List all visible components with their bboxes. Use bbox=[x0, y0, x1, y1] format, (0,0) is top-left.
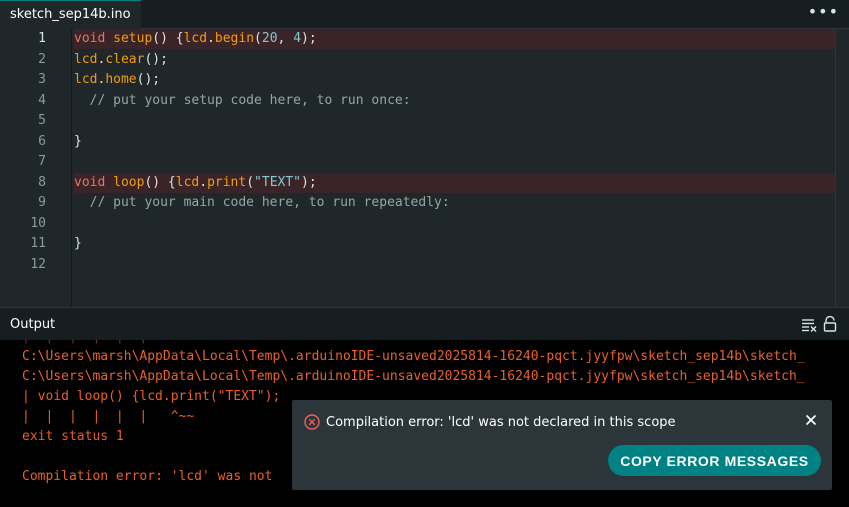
code-token: ); bbox=[301, 31, 317, 46]
line-number: 5 bbox=[38, 113, 46, 128]
code-token: lcd bbox=[74, 72, 98, 87]
output-line: Compilation error: 'lcd' was not bbox=[22, 469, 273, 484]
code-token: } bbox=[74, 236, 82, 251]
line-number: 8 bbox=[38, 174, 46, 190]
code-token: . bbox=[199, 174, 208, 190]
code-token: lcd bbox=[175, 174, 200, 190]
line-number: 6 bbox=[38, 133, 46, 149]
line-number: 12 bbox=[30, 256, 46, 272]
line-number-gutter: 1 2 3 4 5 6 7 8 9 10 11 12 bbox=[0, 29, 70, 307]
code-line[interactable]: // put your setup code here, to run once… bbox=[74, 91, 849, 111]
code-editor[interactable]: 1 2 3 4 5 6 7 8 9 10 11 12 void setup() {lcd.begin(… bbox=[0, 29, 849, 307]
code-token: 20 bbox=[261, 31, 278, 46]
line-number: 7 bbox=[38, 154, 46, 169]
editor-tab-bar: sketch_sep14b.ino ••• bbox=[0, 0, 849, 29]
output-line: | void loop() {lcd.print("TEXT"); bbox=[22, 389, 281, 404]
error-icon bbox=[304, 414, 320, 430]
editor-scrollbar[interactable] bbox=[835, 29, 849, 307]
code-token: () { bbox=[152, 31, 184, 46]
code-token: lcd bbox=[183, 31, 208, 46]
output-panel-header: Output bbox=[0, 307, 849, 340]
code-line[interactable]: lcd.home(); bbox=[74, 70, 849, 90]
more-options-icon[interactable]: ••• bbox=[808, 0, 839, 29]
code-token: clear bbox=[105, 51, 145, 67]
code-token: "TEXT" bbox=[254, 174, 302, 190]
code-line-error[interactable]: void setup() {lcd.begin(20, 4); bbox=[74, 29, 849, 49]
code-token: print bbox=[207, 174, 247, 190]
line-number: 10 bbox=[30, 215, 46, 231]
code-token: void bbox=[74, 174, 106, 190]
clear-output-icon[interactable] bbox=[801, 317, 817, 332]
gutter-divider bbox=[71, 29, 72, 307]
line-number: 1 bbox=[38, 31, 46, 46]
code-line[interactable]: } bbox=[74, 234, 849, 254]
output-line: exit status 1 bbox=[22, 429, 124, 444]
line-number: 2 bbox=[38, 51, 46, 67]
code-token: // put your main code here, to run repea… bbox=[74, 195, 450, 210]
code-line[interactable] bbox=[74, 214, 849, 234]
code-token: setup bbox=[113, 31, 153, 46]
code-token: begin bbox=[214, 31, 255, 46]
code-token: . bbox=[207, 31, 215, 46]
notification-message: Compilation error: 'lcd' was not declare… bbox=[326, 415, 676, 430]
output-line: | | | | | | ^~~ bbox=[22, 409, 195, 424]
code-line[interactable] bbox=[74, 255, 849, 275]
code-token: 4 bbox=[293, 31, 302, 46]
code-token: (); bbox=[136, 72, 161, 87]
compilation-error-notification: Compilation error: 'lcd' was not declare… bbox=[292, 400, 832, 490]
code-token: home bbox=[105, 72, 137, 87]
code-token: } bbox=[74, 133, 82, 149]
output-line: C:\Users\marsh\AppData\Local\Temp\.ardui… bbox=[22, 369, 805, 384]
code-line[interactable] bbox=[74, 111, 849, 131]
line-number: 4 bbox=[38, 92, 46, 108]
code-token: void bbox=[74, 31, 106, 46]
close-icon[interactable] bbox=[804, 412, 818, 426]
code-line[interactable] bbox=[74, 152, 849, 172]
tab-sketch-file[interactable]: sketch_sep14b.ino bbox=[0, 0, 141, 29]
code-line[interactable]: } bbox=[74, 132, 849, 152]
line-number: 11 bbox=[30, 236, 46, 251]
code-token: ( bbox=[254, 31, 262, 46]
code-token: (); bbox=[144, 51, 168, 67]
code-token: // put your setup code here, to run once… bbox=[74, 92, 411, 108]
code-line[interactable]: // put your main code here, to run repea… bbox=[74, 193, 849, 213]
scroll-lock-icon[interactable] bbox=[823, 315, 837, 332]
output-line: C:\Users\marsh\AppData\Local\Temp\.ardui… bbox=[22, 349, 805, 364]
code-token: () { bbox=[144, 174, 176, 190]
output-line: | | | | | | bbox=[22, 340, 147, 347]
line-number: 3 bbox=[38, 72, 46, 87]
code-line[interactable]: lcd.clear(); bbox=[74, 50, 849, 70]
code-token: ); bbox=[301, 174, 317, 190]
code-token: , bbox=[277, 31, 294, 46]
code-line-error[interactable]: void loop() {lcd.print("TEXT"); bbox=[74, 172, 849, 193]
code-token: lcd bbox=[74, 51, 98, 67]
line-number: 9 bbox=[38, 195, 46, 210]
output-panel-title: Output bbox=[10, 317, 56, 332]
code-token: ( bbox=[246, 174, 255, 190]
copy-error-messages-button[interactable]: COPY ERROR MESSAGES bbox=[608, 445, 821, 476]
code-token: loop bbox=[113, 174, 145, 190]
